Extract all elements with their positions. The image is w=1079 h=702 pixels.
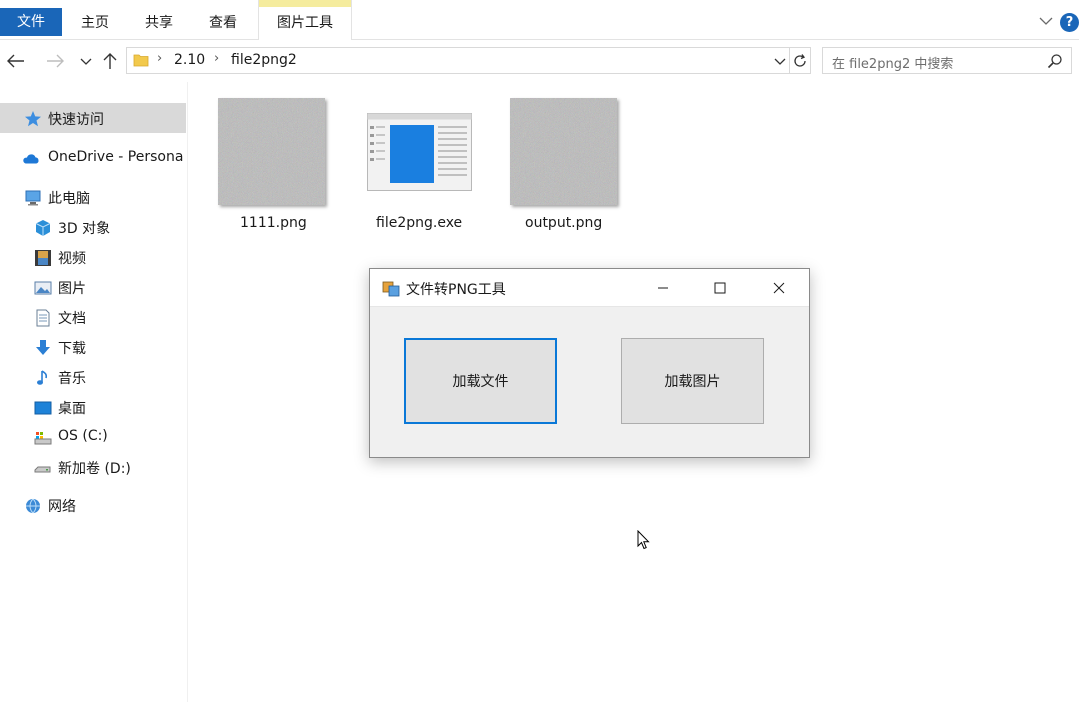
breadcrumb-separator-icon[interactable]: › bbox=[214, 51, 219, 66]
dialog-title: 文件转PNG工具 bbox=[406, 282, 506, 298]
music-icon bbox=[37, 370, 48, 385]
file-item[interactable]: 1111.png bbox=[210, 98, 336, 238]
download-icon bbox=[36, 340, 50, 355]
arrow-left-icon bbox=[7, 54, 24, 68]
file2png-dialog: 文件转PNG工具 加载文件 加载图片 bbox=[369, 268, 810, 458]
sidebar-item-documents[interactable]: 文档 bbox=[0, 302, 186, 332]
sidebar-item-label: 3D 对象 bbox=[58, 221, 111, 237]
sidebar-item-label: 新加卷 (D:) bbox=[58, 461, 131, 477]
picture-icon bbox=[34, 281, 52, 295]
sidebar-item-onedrive[interactable]: OneDrive - Persona bbox=[0, 143, 186, 173]
ribbon: 文件 主页 共享 查看 图片工具 ? bbox=[0, 0, 1079, 40]
load-image-button[interactable]: 加载图片 bbox=[621, 338, 764, 424]
sidebar-item-desktop[interactable]: 桌面 bbox=[0, 392, 186, 422]
app-window-icon bbox=[367, 113, 472, 191]
sidebar-item-label: 快速访问 bbox=[48, 112, 104, 128]
file-name: output.png bbox=[525, 215, 603, 231]
load-file-button[interactable]: 加载文件 bbox=[404, 338, 557, 424]
tab-home[interactable]: 主页 bbox=[66, 7, 124, 40]
folder-icon bbox=[133, 54, 149, 67]
sidebar-item-label: 网络 bbox=[48, 499, 76, 515]
dialog-title-bar[interactable]: 文件转PNG工具 bbox=[370, 269, 809, 307]
sidebar-item-label: 音乐 bbox=[58, 371, 86, 387]
tab-file[interactable]: 文件 bbox=[0, 8, 62, 36]
cube-icon bbox=[35, 220, 51, 236]
file-name: file2png.exe bbox=[376, 215, 463, 231]
file-name: 1111.png bbox=[240, 215, 307, 231]
tab-view[interactable]: 查看 bbox=[196, 7, 250, 40]
sidebar-item-downloads[interactable]: 下载 bbox=[0, 332, 186, 362]
minimize-icon[interactable] bbox=[654, 279, 672, 297]
sidebar-item-label: 视频 bbox=[58, 251, 86, 267]
image-thumbnail bbox=[510, 98, 617, 205]
back-button[interactable] bbox=[5, 50, 27, 72]
sidebar-item-videos[interactable]: 视频 bbox=[0, 242, 186, 272]
drive-icon bbox=[34, 466, 51, 473]
image-thumbnail bbox=[218, 98, 325, 205]
sidebar-item-os-c[interactable]: OS (C:) bbox=[0, 422, 186, 452]
sidebar-item-label: 此电脑 bbox=[48, 191, 90, 207]
sidebar-item-pictures[interactable]: 图片 bbox=[0, 272, 186, 302]
file-item[interactable]: file2png.exe bbox=[360, 98, 482, 238]
sidebar-item-new-volume-d[interactable]: 新加卷 (D:) bbox=[0, 452, 186, 482]
document-icon bbox=[36, 309, 50, 327]
breadcrumb-item[interactable]: 2.10 bbox=[174, 52, 205, 68]
computer-icon bbox=[25, 190, 41, 206]
mouse-cursor-icon bbox=[637, 530, 650, 550]
recent-locations-button[interactable] bbox=[75, 50, 97, 72]
search-icon[interactable] bbox=[1047, 53, 1063, 69]
sidebar-item-label: 文档 bbox=[58, 311, 86, 327]
search-placeholder: 在 file2png2 中搜索 bbox=[832, 57, 954, 72]
close-icon[interactable] bbox=[770, 279, 788, 297]
chevron-down-icon[interactable] bbox=[773, 54, 787, 68]
arrow-up-icon bbox=[103, 53, 117, 69]
refresh-button[interactable] bbox=[789, 47, 811, 74]
desktop-icon bbox=[34, 401, 52, 415]
sidebar-item-label: OS (C:) bbox=[58, 428, 108, 444]
star-icon bbox=[25, 111, 41, 127]
cloud-icon bbox=[23, 154, 39, 164]
chevron-down-icon[interactable] bbox=[1038, 13, 1054, 29]
up-button[interactable] bbox=[99, 50, 121, 72]
sidebar-item-3d-objects[interactable]: 3D 对象 bbox=[0, 212, 186, 242]
network-icon bbox=[26, 498, 40, 514]
sidebar-item-label: 图片 bbox=[58, 281, 86, 297]
sidebar-item-music[interactable]: 音乐 bbox=[0, 362, 186, 392]
file-item[interactable]: output.png bbox=[502, 98, 628, 238]
forward-button[interactable] bbox=[44, 50, 66, 72]
tab-picture-tools[interactable]: 图片工具 bbox=[258, 0, 352, 40]
app-icon bbox=[382, 281, 400, 297]
breadcrumb-separator-icon[interactable]: › bbox=[157, 51, 162, 66]
chevron-down-icon bbox=[80, 58, 92, 65]
breadcrumb-item[interactable]: file2png2 bbox=[231, 52, 297, 68]
tab-share[interactable]: 共享 bbox=[132, 7, 186, 40]
refresh-icon bbox=[793, 53, 806, 67]
sidebar-item-quick-access[interactable]: 快速访问 bbox=[0, 103, 186, 133]
address-bar[interactable]: › 2.10 › file2png2 bbox=[126, 47, 790, 74]
navigation-pane: 快速访问 OneDrive - Persona 此电脑 3D 对象 视频 图片 … bbox=[0, 82, 188, 702]
sidebar-item-label: OneDrive - Persona bbox=[48, 149, 184, 165]
sidebar-item-this-pc[interactable]: 此电脑 bbox=[0, 182, 186, 212]
drive-icon bbox=[34, 432, 52, 445]
search-input[interactable]: 在 file2png2 中搜索 bbox=[822, 47, 1072, 74]
maximize-icon[interactable] bbox=[711, 279, 729, 297]
arrow-right-icon bbox=[47, 54, 64, 68]
navigation-bar: › 2.10 › file2png2 在 file2png2 中搜索 bbox=[0, 40, 1079, 82]
sidebar-item-network[interactable]: 网络 bbox=[0, 490, 186, 520]
film-icon bbox=[35, 250, 51, 266]
sidebar-item-label: 桌面 bbox=[58, 401, 86, 417]
sidebar-item-label: 下载 bbox=[58, 341, 86, 357]
help-icon[interactable]: ? bbox=[1060, 13, 1079, 32]
